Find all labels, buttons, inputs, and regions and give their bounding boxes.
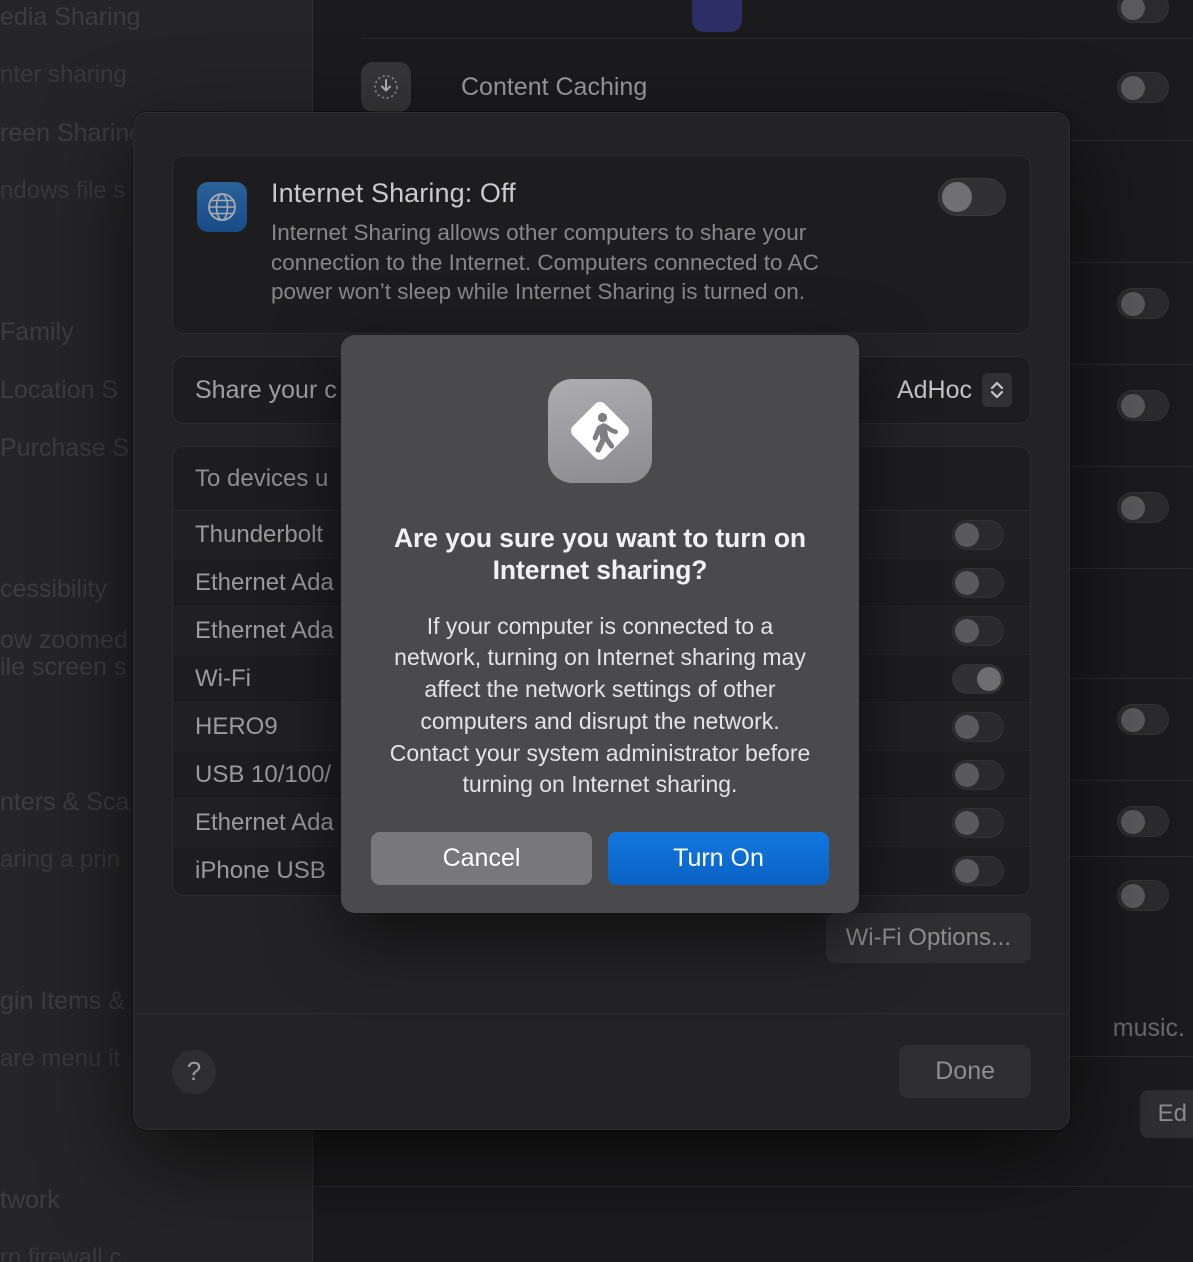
device-name: HERO9: [195, 712, 278, 740]
device-toggle[interactable]: [952, 759, 1004, 790]
internet-sharing-description: Internet Sharing allows other computers …: [271, 220, 819, 305]
device-name: Ethernet Ada: [195, 616, 334, 644]
background-toggle-4[interactable]: [1117, 492, 1169, 523]
alert-message: If your computer is connected to a netwo…: [389, 612, 811, 798]
sidebar-item-13[interactable]: twork: [0, 1171, 313, 1229]
sidebar-item-label: ow zoomed: [0, 626, 128, 654]
device-toggle[interactable]: [952, 519, 1004, 550]
device-toggle[interactable]: [952, 711, 1004, 742]
sharing-service-icon: [692, 0, 742, 32]
internet-sharing-text: Internet Sharing: Off Internet Sharing a…: [271, 178, 981, 307]
device-toggle[interactable]: [952, 615, 1004, 646]
sidebar-item-1[interactable]: nter sharing: [0, 46, 313, 104]
globe-icon: [197, 182, 247, 232]
content-caching-label: Content Caching: [461, 72, 648, 101]
done-button[interactable]: Done: [899, 1045, 1031, 1098]
device-toggle[interactable]: [952, 663, 1004, 694]
device-name: Wi-Fi: [195, 664, 251, 692]
turn-on-button[interactable]: Turn On: [608, 832, 829, 885]
chevron-updown-icon[interactable]: [982, 373, 1012, 408]
device-name: iPhone USB: [195, 857, 326, 885]
content-caching-row[interactable]: Content Caching: [361, 62, 1193, 112]
background-toggle-2[interactable]: [1117, 288, 1169, 319]
music-label: music.: [1112, 1014, 1185, 1042]
divider: [361, 38, 1193, 39]
help-button[interactable]: ?: [172, 1049, 216, 1094]
background-toggle-5[interactable]: [1117, 704, 1169, 735]
alert-button-row: Cancel Turn On: [371, 832, 829, 885]
divider: [313, 1186, 1193, 1187]
device-toggle[interactable]: [952, 567, 1004, 598]
share-connection-label: Share your c: [195, 375, 337, 404]
internet-sharing-toggle[interactable]: [938, 178, 1006, 216]
sheet-footer: ? Done: [134, 1013, 1069, 1129]
edit-button[interactable]: Ed: [1139, 1090, 1193, 1138]
share-source-popup[interactable]: AdHoc: [896, 373, 1012, 408]
device-name: Thunderbolt: [195, 520, 324, 548]
download-arrow-icon: [361, 62, 411, 112]
sidebar-item-0[interactable]: edia Sharing: [0, 0, 313, 46]
confirm-alert: Are you sure you want to turn on Interne…: [341, 335, 859, 913]
background-toggle-3[interactable]: [1117, 390, 1169, 421]
background-toggle-7[interactable]: [1117, 880, 1169, 911]
background-toggle-1[interactable]: [1117, 0, 1169, 23]
sidebar-item-14[interactable]: rn firewall c: [0, 1229, 313, 1262]
screen: edia Sharing nter sharing reen Sharing ndow…: [0, 0, 1193, 1262]
device-name: Ethernet Ada: [195, 808, 334, 836]
wifi-options-button[interactable]: Wi-Fi Options...: [825, 913, 1031, 963]
device-toggle[interactable]: [952, 856, 1004, 887]
device-name: Ethernet Ada: [195, 568, 334, 596]
internet-sharing-title: Internet Sharing: Off: [271, 178, 516, 208]
device-toggle[interactable]: [952, 807, 1004, 838]
sidebar-item-label-2: ile screen s: [0, 653, 127, 681]
internet-sharing-header-card: Internet Sharing: Off Internet Sharing a…: [172, 155, 1031, 335]
device-name: USB 10/100/: [195, 760, 332, 788]
cancel-button[interactable]: Cancel: [371, 832, 592, 885]
share-source-value: AdHoc: [896, 375, 972, 404]
content-caching-toggle[interactable]: [1117, 72, 1169, 103]
background-toggle-6[interactable]: [1117, 806, 1169, 837]
walking-person-icon: [548, 379, 652, 483]
alert-title: Are you sure you want to turn on Interne…: [394, 523, 806, 585]
